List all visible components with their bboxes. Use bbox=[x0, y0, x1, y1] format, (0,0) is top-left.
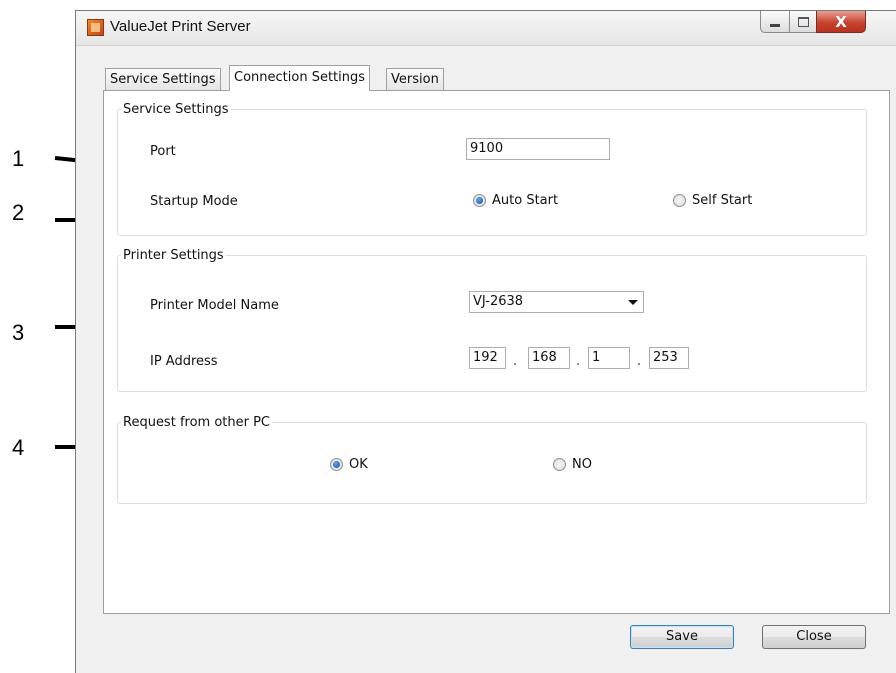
chevron-down-icon bbox=[628, 300, 638, 305]
ip-separator: . bbox=[576, 354, 581, 369]
port-input[interactable]: 9100 bbox=[466, 138, 610, 160]
port-label: Port bbox=[150, 144, 176, 159]
ip-separator: . bbox=[637, 354, 642, 369]
self-start-label[interactable]: Self Start bbox=[692, 193, 752, 208]
close-icon: X bbox=[835, 12, 847, 31]
ip-octet-2[interactable]: 168 bbox=[528, 347, 570, 369]
self-start-radio[interactable] bbox=[673, 194, 686, 207]
ip-octet-4[interactable]: 253 bbox=[649, 347, 689, 369]
close-button[interactable]: Close bbox=[762, 625, 866, 649]
title-bar[interactable]: ValueJet Print Server X bbox=[76, 11, 896, 46]
callout-3: 3 bbox=[12, 320, 25, 345]
callout-1: 1 bbox=[12, 146, 25, 171]
ip-separator: . bbox=[513, 354, 518, 369]
tab-connection-settings[interactable]: Connection Settings bbox=[229, 65, 371, 91]
ok-radio[interactable] bbox=[330, 458, 343, 471]
request-from-other-pc-legend: Request from other PC bbox=[123, 415, 271, 430]
app-icon bbox=[87, 19, 104, 36]
auto-start-radio[interactable] bbox=[473, 194, 486, 207]
save-button[interactable]: Save bbox=[630, 625, 734, 649]
printer-settings-legend: Printer Settings bbox=[123, 248, 224, 263]
printer-model-select[interactable]: VJ-2638 bbox=[469, 291, 644, 313]
maximize-icon bbox=[797, 16, 809, 27]
callout-2: 2 bbox=[12, 200, 25, 225]
tab-version[interactable]: Version bbox=[386, 68, 444, 90]
service-settings-group: Service Settings bbox=[117, 102, 867, 236]
callout-4: 4 bbox=[12, 435, 25, 460]
ip-octet-1[interactable]: 192 bbox=[469, 347, 506, 369]
maximize-button[interactable] bbox=[789, 11, 817, 33]
connection-settings-panel: Service Settings Port 9100 Startup Mode … bbox=[103, 90, 890, 614]
ip-octet-3[interactable]: 1 bbox=[588, 347, 630, 369]
printer-settings-group: Printer Settings bbox=[117, 248, 867, 392]
ok-label[interactable]: OK bbox=[349, 457, 368, 472]
printer-model-label: Printer Model Name bbox=[150, 298, 279, 313]
printer-model-value: VJ-2638 bbox=[473, 294, 524, 309]
window-title: ValueJet Print Server bbox=[110, 18, 251, 35]
service-settings-legend: Service Settings bbox=[123, 102, 229, 117]
auto-start-label[interactable]: Auto Start bbox=[492, 193, 558, 208]
app-window: ValueJet Print Server X Service Settings… bbox=[75, 10, 896, 673]
no-label[interactable]: NO bbox=[572, 457, 592, 472]
startup-mode-label: Startup Mode bbox=[150, 194, 238, 209]
ip-address-label: IP Address bbox=[150, 354, 218, 369]
no-radio[interactable] bbox=[553, 458, 566, 471]
minimize-icon bbox=[770, 24, 780, 27]
tab-service-settings[interactable]: Service Settings bbox=[105, 68, 221, 90]
close-window-button[interactable]: X bbox=[816, 11, 866, 33]
minimize-button[interactable] bbox=[760, 11, 790, 33]
request-from-other-pc-group: Request from other PC bbox=[117, 415, 867, 504]
